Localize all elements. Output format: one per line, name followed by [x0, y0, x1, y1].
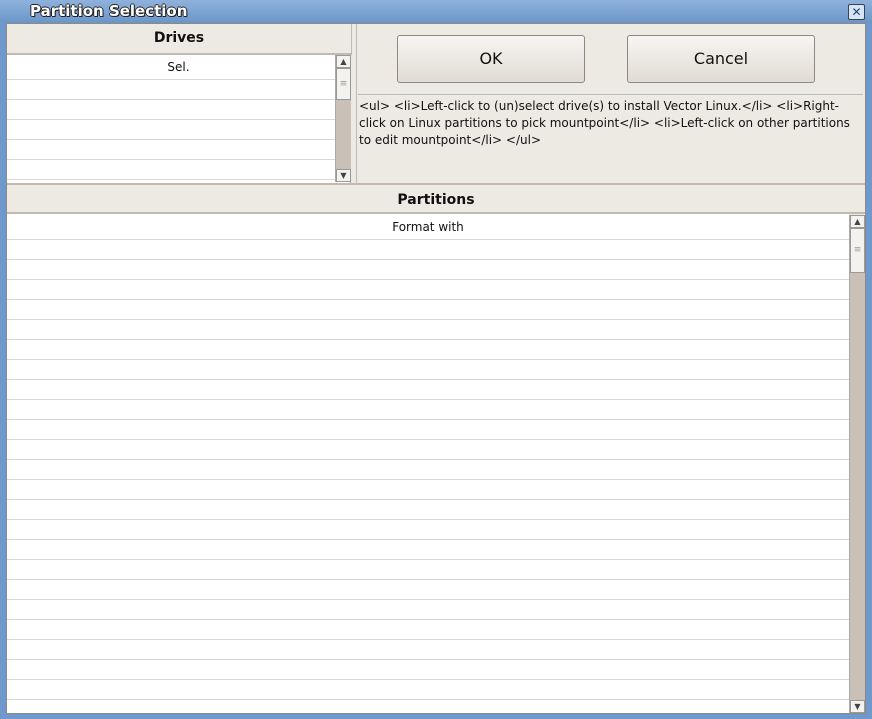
list-item[interactable]	[7, 260, 849, 280]
list-item[interactable]	[7, 620, 849, 640]
list-item[interactable]	[7, 640, 849, 660]
instructions-text: <ul> <li>Left-click to (un)select drive(…	[358, 94, 863, 152]
drives-list[interactable]: Sel.	[7, 55, 351, 183]
list-item[interactable]	[7, 500, 849, 520]
ok-button[interactable]: OK	[397, 35, 585, 83]
list-item[interactable]	[7, 340, 849, 360]
title-bar[interactable]: Partition Selection ✕	[0, 0, 872, 23]
list-item[interactable]	[7, 460, 849, 480]
list-item[interactable]	[7, 540, 849, 560]
list-item[interactable]	[7, 400, 849, 420]
scroll-down-icon[interactable]: ▼	[850, 700, 865, 713]
partitions-column-format-with[interactable]: Format with	[7, 214, 849, 240]
list-item[interactable]	[7, 700, 849, 713]
window-title: Partition Selection	[30, 2, 188, 20]
list-item[interactable]	[7, 660, 849, 680]
list-item[interactable]	[7, 280, 849, 300]
list-item[interactable]	[7, 600, 849, 620]
list-item[interactable]	[7, 120, 350, 140]
list-item[interactable]	[7, 560, 849, 580]
scrollbar-thumb[interactable]: ≡	[336, 68, 351, 100]
partitions-list[interactable]: Format with	[7, 214, 849, 713]
list-item[interactable]	[7, 100, 350, 120]
close-icon[interactable]: ✕	[848, 4, 865, 20]
scroll-up-icon[interactable]: ▲	[336, 55, 351, 68]
list-item[interactable]	[7, 320, 849, 340]
drives-scrollbar[interactable]: ▲ ≡ ▼	[335, 55, 351, 182]
list-item[interactable]	[7, 160, 350, 180]
list-item[interactable]	[7, 420, 849, 440]
partitions-scrollbar[interactable]: ▲ ≡ ▼	[849, 215, 865, 713]
scroll-up-icon[interactable]: ▲	[850, 215, 865, 228]
list-item[interactable]	[7, 240, 849, 260]
scrollbar-thumb[interactable]: ≡	[850, 228, 865, 273]
list-item[interactable]	[7, 480, 849, 500]
cancel-button[interactable]: Cancel	[627, 35, 815, 83]
list-item[interactable]	[7, 80, 350, 100]
list-item[interactable]	[7, 440, 849, 460]
list-item[interactable]	[7, 140, 350, 160]
list-item[interactable]	[7, 680, 849, 700]
list-item[interactable]	[7, 360, 849, 380]
partitions-header: Partitions	[7, 183, 865, 214]
drives-header: Drives	[7, 24, 352, 55]
scroll-down-icon[interactable]: ▼	[336, 169, 351, 182]
list-item[interactable]	[7, 300, 849, 320]
dialog-body: Drives Sel. ▲ ≡ ▼ OK Cancel <ul> <li>Lef…	[6, 23, 866, 714]
list-item[interactable]	[7, 520, 849, 540]
drives-column-sel[interactable]: Sel.	[7, 55, 350, 80]
list-item[interactable]	[7, 580, 849, 600]
list-item[interactable]	[7, 380, 849, 400]
